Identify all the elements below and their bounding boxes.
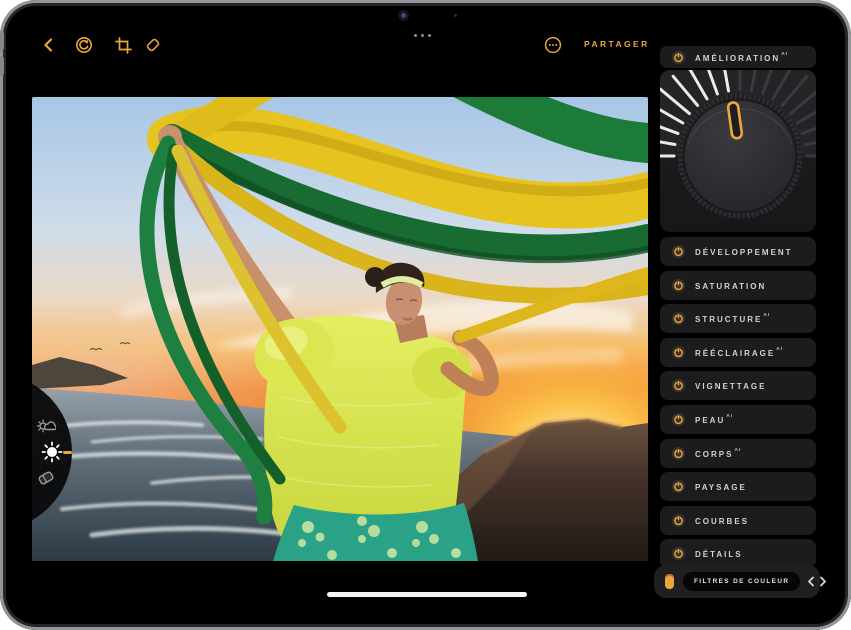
power-toggle[interactable] <box>672 346 685 359</box>
brightness-sun-icon <box>41 441 63 463</box>
power-toggle[interactable] <box>672 279 685 292</box>
color-filters-button[interactable]: FILTRES DE COULEUR <box>683 572 800 591</box>
power-icon <box>674 415 683 424</box>
volume-down-button[interactable] <box>0 56 4 76</box>
panel-label: COURBES <box>695 515 750 526</box>
power-toggle[interactable] <box>672 514 685 527</box>
tool-repair[interactable] <box>35 467 57 489</box>
chevron-right-icon <box>817 576 828 587</box>
adjustment-panel-vignettage[interactable]: VIGNETTAGE <box>660 371 816 400</box>
multitasking-dots[interactable] <box>414 34 431 37</box>
enhance-dial[interactable] <box>660 70 816 232</box>
power-toggle[interactable] <box>672 547 685 560</box>
panel-label: CORPSAI <box>695 448 741 459</box>
panel-label: SATURATION <box>695 280 767 291</box>
sun-cloud-icon <box>36 417 56 437</box>
volume-up-button[interactable] <box>0 31 4 51</box>
panel-label: DÉVELOPPEMENT <box>695 246 794 257</box>
power-icon <box>674 449 683 458</box>
eraser-tool-icon <box>36 468 56 488</box>
panel-enhance[interactable]: AMÉLIORATIONAI <box>660 46 816 68</box>
power-icon <box>674 247 683 256</box>
home-indicator[interactable] <box>327 592 527 597</box>
front-camera <box>398 10 409 21</box>
crop-icon <box>115 37 132 54</box>
chevron-left-icon <box>806 576 817 587</box>
power-toggle[interactable] <box>672 51 685 64</box>
power-icon <box>674 314 683 323</box>
power-icon <box>674 348 683 357</box>
adjustment-panel-saturation[interactable]: SATURATION <box>660 271 816 300</box>
eraser-icon <box>144 36 162 54</box>
adjustment-panel-détails[interactable]: DÉTAILS <box>660 539 816 568</box>
adjustment-panel-structure[interactable]: STRUCTUREAI <box>660 304 816 333</box>
photo-image <box>32 97 648 561</box>
undo-history-button[interactable] <box>75 36 93 54</box>
filters-next-button[interactable] <box>817 571 828 593</box>
adjustment-panel-courbes[interactable]: COURBES <box>660 506 816 535</box>
adjustment-panel-peau[interactable]: PEAUAI <box>660 405 816 434</box>
power-toggle[interactable] <box>672 413 685 426</box>
erase-button[interactable] <box>144 36 162 54</box>
camera-lens <box>401 13 406 18</box>
adjustment-panel-corps[interactable]: CORPSAI <box>660 439 816 468</box>
crop-button[interactable] <box>114 36 132 54</box>
power-toggle[interactable] <box>672 447 685 460</box>
enhance-dial-panel <box>660 70 816 232</box>
power-icon <box>674 53 683 62</box>
color-filters-bar: FILTRES DE COULEUR <box>654 565 820 598</box>
chevron-left-icon <box>41 37 57 53</box>
filters-prev-button[interactable] <box>806 571 817 593</box>
panel-label: RÉÉCLAIRAGEAI <box>695 347 783 358</box>
back-button[interactable] <box>40 36 58 54</box>
screenshot-stage: PARTAGER <box>0 0 851 630</box>
undo-arrow-icon <box>75 36 93 54</box>
more-circle-icon <box>544 36 562 54</box>
adjustment-panel-list: DÉVELOPPEMENT SATURATION <box>660 237 816 568</box>
power-toggle[interactable] <box>672 245 685 258</box>
tool-brightness-selected[interactable] <box>41 441 63 463</box>
mic-dot <box>454 14 457 17</box>
enhance-label: AMÉLIORATIONAI <box>695 52 788 63</box>
power-icon <box>674 381 683 390</box>
panel-label: PAYSAGE <box>695 481 748 492</box>
adjustment-panel-rééclairage[interactable]: RÉÉCLAIRAGEAI <box>660 338 816 367</box>
power-toggle[interactable] <box>672 480 685 493</box>
color-filter-icon[interactable] <box>665 574 674 589</box>
adjustment-panel-paysage[interactable]: PAYSAGE <box>660 472 816 501</box>
power-icon <box>674 482 683 491</box>
power-icon <box>674 549 683 558</box>
photo-canvas <box>32 97 648 561</box>
panel-label: DÉTAILS <box>695 548 744 559</box>
ipad-device-frame: PARTAGER <box>0 0 851 630</box>
panel-label: VIGNETTAGE <box>695 380 767 391</box>
power-icon <box>674 281 683 290</box>
power-toggle[interactable] <box>672 379 685 392</box>
tool-sun-cloud[interactable] <box>35 416 57 438</box>
panel-label: PEAUAI <box>695 414 733 425</box>
share-button[interactable]: PARTAGER <box>584 39 650 49</box>
power-icon <box>674 516 683 525</box>
wheel-selection-tick <box>63 451 72 454</box>
adjustment-panel-développement[interactable]: DÉVELOPPEMENT <box>660 237 816 266</box>
power-toggle[interactable] <box>672 312 685 325</box>
panel-label: STRUCTUREAI <box>695 313 770 324</box>
more-options-button[interactable] <box>544 36 562 54</box>
